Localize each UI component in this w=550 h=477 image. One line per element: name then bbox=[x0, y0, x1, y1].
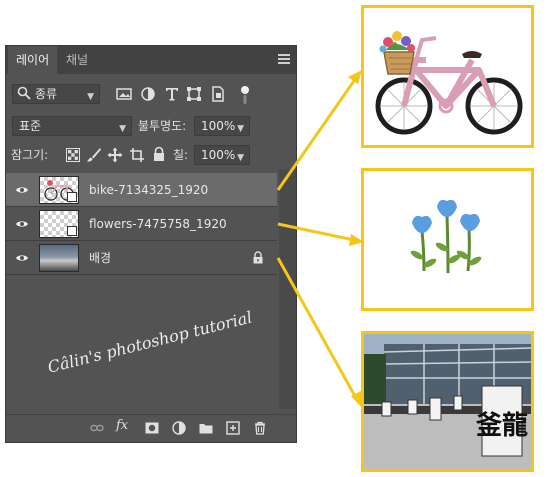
lock-artboard-icon[interactable] bbox=[129, 147, 145, 163]
delete-layer-trash-icon[interactable] bbox=[253, 421, 267, 435]
blend-mode-value: 표준 bbox=[19, 119, 42, 133]
smart-object-badge-icon bbox=[67, 192, 77, 202]
layers-scrollbar[interactable] bbox=[279, 169, 296, 409]
filter-smart-object-icon[interactable] bbox=[210, 86, 226, 102]
layer-row-background[interactable]: 배경 bbox=[6, 241, 277, 275]
lock-all-icon[interactable] bbox=[151, 146, 167, 162]
layers-panel: 레이어 채널 종류 ▼ 표준 ▼ 불투명도: 100% ▼ 잠그기: 칠: 10… bbox=[5, 45, 297, 443]
lock-label: 잠그기: bbox=[11, 148, 49, 162]
layer-style-fx-button[interactable]: fx bbox=[116, 418, 136, 433]
street-photo: 釜龍 bbox=[364, 334, 531, 469]
eye-icon[interactable] bbox=[15, 251, 29, 265]
layer-name[interactable]: bike-7134325_1920 bbox=[89, 173, 208, 207]
layer-name[interactable]: flowers-7475758_1920 bbox=[89, 207, 227, 241]
chevron-down-icon: ▼ bbox=[87, 92, 94, 102]
filter-shape-icon[interactable] bbox=[186, 86, 202, 102]
eye-icon[interactable] bbox=[15, 217, 29, 231]
lock-row: 잠그기: 칠: 100% ▼ bbox=[6, 145, 296, 167]
chevron-down-icon: ▼ bbox=[237, 124, 244, 134]
panel-menu-icon[interactable] bbox=[278, 54, 290, 66]
preview-frame-photo: 釜龍 bbox=[361, 331, 534, 472]
filter-adjustment-icon[interactable] bbox=[140, 86, 156, 102]
chevron-down-icon: ▼ bbox=[237, 153, 244, 163]
filter-toggle-icon[interactable] bbox=[238, 84, 252, 106]
smart-object-badge-icon bbox=[67, 226, 77, 236]
blend-mode-select[interactable]: 표준 ▼ bbox=[12, 116, 132, 136]
layer-thumbnail-background bbox=[39, 244, 79, 272]
opacity-label: 불투명도: bbox=[138, 119, 187, 133]
lock-move-icon[interactable] bbox=[107, 147, 123, 163]
blend-row: 표준 ▼ 불투명도: 100% ▼ bbox=[6, 116, 296, 138]
fill-value: 100% bbox=[201, 148, 236, 162]
new-group-folder-icon[interactable] bbox=[199, 421, 213, 435]
filter-kind-label: 종류 bbox=[35, 87, 58, 101]
layer-name[interactable]: 배경 bbox=[89, 241, 111, 275]
filter-pixel-icon[interactable] bbox=[116, 86, 132, 102]
link-layers-icon[interactable] bbox=[90, 421, 104, 435]
filter-kind-select[interactable]: 종류 ▼ bbox=[12, 84, 100, 104]
sign-text: 釜龍 bbox=[475, 410, 528, 441]
add-mask-icon[interactable] bbox=[145, 421, 159, 435]
fill-label: 칠: bbox=[173, 148, 189, 162]
flowers-illustration bbox=[410, 199, 482, 274]
new-adjustment-layer-icon[interactable] bbox=[172, 421, 186, 435]
lock-icon bbox=[253, 251, 263, 264]
search-icon bbox=[17, 86, 31, 100]
watermark-text: Câlin's photoshop tutorial bbox=[45, 307, 255, 377]
preview-frame-bike bbox=[361, 5, 534, 148]
layer-row-bike[interactable]: bike-7134325_1920 bbox=[6, 173, 277, 207]
opacity-value: 100% bbox=[201, 119, 236, 133]
layer-row-flowers[interactable]: flowers-7475758_1920 bbox=[6, 207, 277, 241]
opacity-input[interactable]: 100% ▼ bbox=[194, 116, 250, 136]
bike-illustration bbox=[375, 31, 523, 135]
panel-tab-bar: 레이어 채널 bbox=[6, 46, 296, 74]
arrowhead-bike bbox=[348, 70, 362, 84]
tab-channels[interactable]: 채널 bbox=[58, 46, 96, 74]
preview-frame-flowers bbox=[361, 168, 534, 311]
eye-icon[interactable] bbox=[15, 183, 29, 197]
arrowhead-background bbox=[351, 391, 361, 407]
layer-thumbnail-bike bbox=[39, 176, 79, 204]
fill-input[interactable]: 100% ▼ bbox=[194, 145, 250, 165]
layers-bottom-toolbar: fx bbox=[6, 414, 296, 442]
lock-transparency-icon[interactable] bbox=[66, 148, 80, 162]
filter-type-icon[interactable] bbox=[164, 86, 180, 102]
lock-brush-icon[interactable] bbox=[86, 147, 102, 163]
layer-thumbnail-flowers bbox=[39, 210, 79, 238]
filter-row: 종류 ▼ bbox=[6, 84, 296, 106]
chevron-down-icon: ▼ bbox=[119, 124, 126, 134]
tab-layers[interactable]: 레이어 bbox=[8, 46, 58, 74]
new-layer-icon[interactable] bbox=[226, 421, 240, 435]
